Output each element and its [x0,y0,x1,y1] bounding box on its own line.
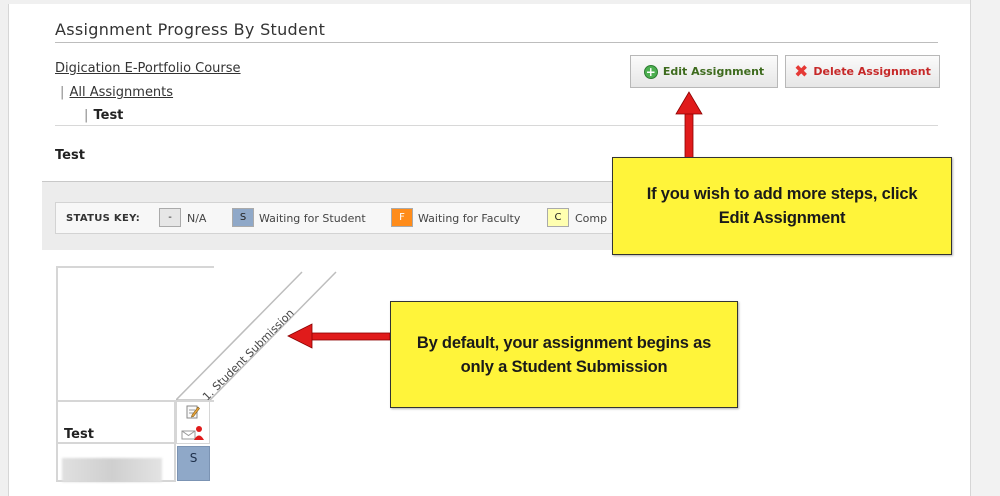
breadcrumb-separator: | [84,108,89,123]
delete-x-icon: ✖ [794,61,809,82]
section-divider [55,125,938,126]
breadcrumb-all-assignments-link[interactable]: All Assignments [69,85,173,100]
breadcrumb-current: Test [93,108,124,123]
status-key-faculty-text: Waiting for Faculty [418,212,521,225]
callout-default-submission: By default, your assignment begins as on… [390,301,738,408]
edit-assignment-button[interactable]: + Edit Assignment [630,55,778,88]
breadcrumb: Digication E-Portfolio Course [55,57,241,76]
left-frame [0,0,9,496]
status-key-student-box: S [232,208,254,227]
status-key-na-text: N/A [187,212,207,225]
delete-assignment-label: Delete Assignment [813,65,931,78]
right-frame [970,0,1000,496]
breadcrumb-separator: | [60,85,65,100]
status-cell-student[interactable]: S [177,446,210,481]
delete-assignment-button[interactable]: ✖ Delete Assignment [785,55,940,88]
edit-assignment-label: Edit Assignment [662,65,765,78]
step-header-diagonal [176,271,337,400]
edit-note-icon[interactable] [186,404,200,420]
message-student-icon[interactable] [181,425,205,441]
status-key-label: STATUS KEY: [66,213,141,224]
status-key-complete-box: C [547,208,569,227]
add-circle-icon: + [643,64,658,79]
title-divider [55,42,938,43]
status-key-faculty-box: F [391,208,413,227]
student-row-label: Test [64,427,94,442]
section-title: Test [55,148,85,163]
callout-edit-assignment: If you wish to add more steps, click Edi… [612,157,952,255]
status-key-student-text: Waiting for Student [259,212,366,225]
blurred-student-name [62,458,162,482]
breadcrumb-level-3: | Test [84,104,123,123]
breadcrumb-level-2: | All Assignments [60,81,173,100]
status-key-complete-text: Comp [575,212,608,225]
page-title: Assignment Progress By Student [55,20,326,39]
breadcrumb-course-link[interactable]: Digication E-Portfolio Course [55,61,241,76]
status-key-na-box: - [159,208,181,227]
